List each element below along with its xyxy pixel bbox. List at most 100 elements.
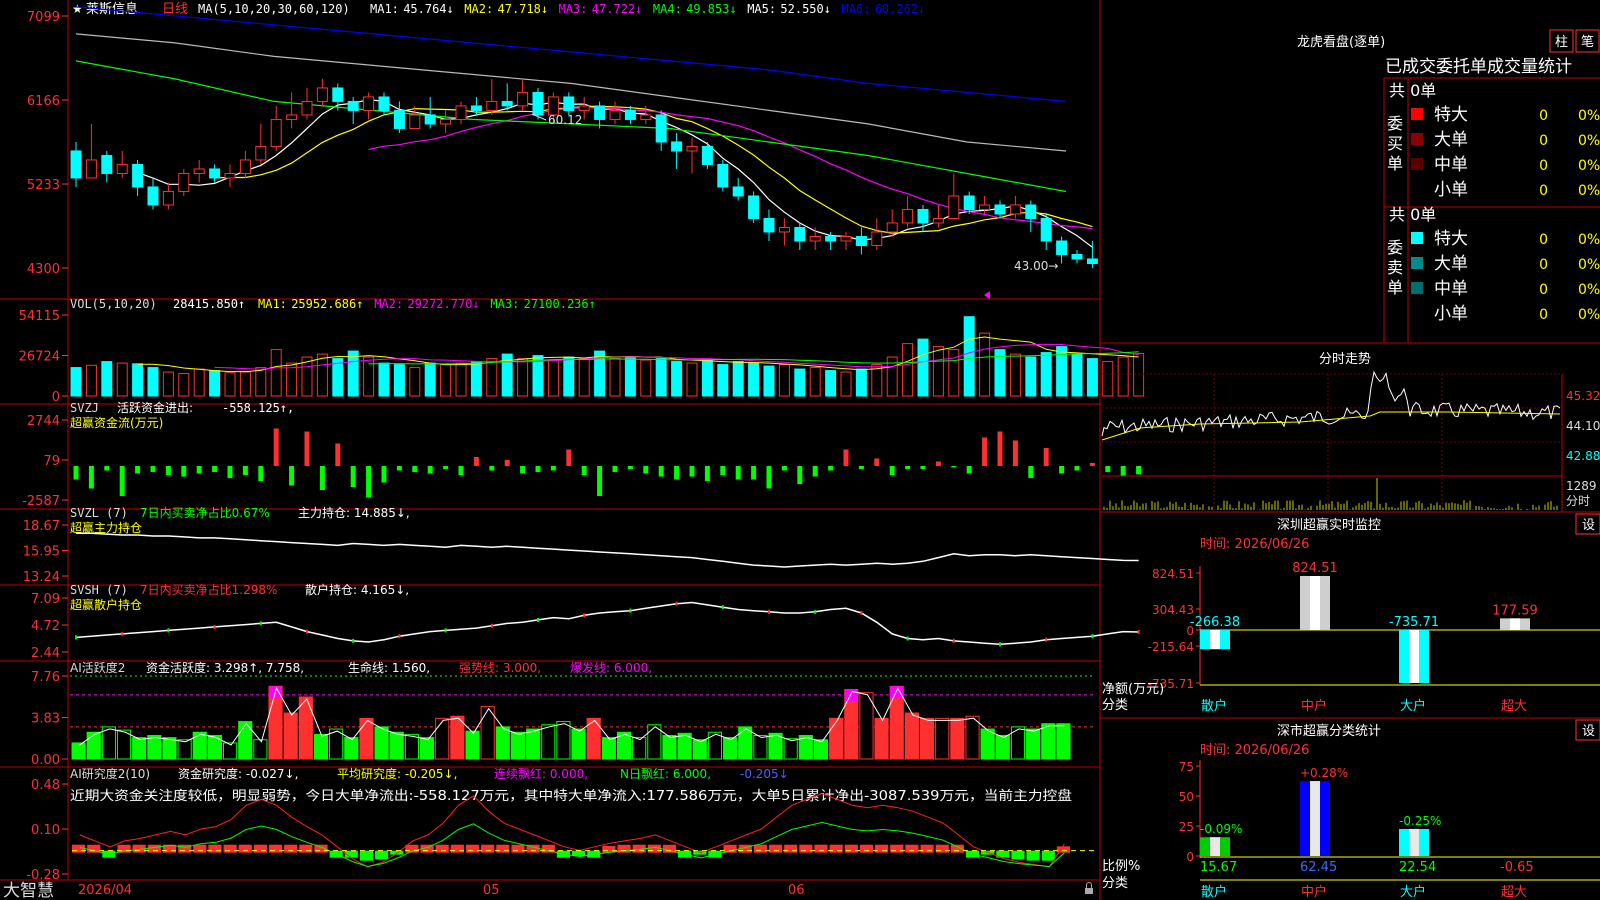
readout-value: 29272.770↓ <box>407 297 479 311</box>
svzl-ratio: 7日内买卖净占比0.67% <box>140 505 270 520</box>
candle-body <box>70 150 82 179</box>
flow-bar <box>1089 462 1095 466</box>
classify-chart[interactable]: 75 50 25 0 比例% 分类 -0.09% 15.67 散户 +0.28% 62.45 中户 -0… <box>1102 760 1600 900</box>
tick-mode-button[interactable]: 笔 <box>1575 29 1600 53</box>
classify-title: 深市超赢分类统计 <box>1277 723 1381 739</box>
volume-bar <box>855 368 867 397</box>
axis-label: 6166 <box>27 94 60 109</box>
classify-value-label: 15.67 <box>1200 860 1237 875</box>
activity-bar <box>707 731 723 760</box>
readout-label: MA1: <box>370 2 399 16</box>
order-sell-swatch <box>1411 282 1423 294</box>
volume-bar <box>363 356 375 397</box>
column-mode-label: 柱 <box>1555 35 1568 50</box>
svzj-value: -558.125↑, <box>222 401 294 415</box>
order-buy-row-count: 0 <box>1539 133 1548 149</box>
flow-bar <box>88 466 94 489</box>
intraday-vol-label: 1289 <box>1566 479 1597 493</box>
ai-active-chart[interactable] <box>70 675 1095 760</box>
monitor-title: 深圳超赢实时监控 <box>1277 517 1381 533</box>
flow-bar <box>1043 447 1049 466</box>
volume-bar <box>1009 353 1021 397</box>
ai-active-header: AI活跃度2 资金活跃度: 3.298↑, 7.758, 生命线: 1.560,… <box>70 660 652 675</box>
long-ma-line <box>75 6 1067 102</box>
flow-bar <box>381 466 387 483</box>
classify-settings-button[interactable]: 设 <box>1575 719 1600 741</box>
research-bar <box>890 844 904 853</box>
volume-bar <box>440 364 452 397</box>
order-stats-tab[interactable]: 已成交委托单成交量统计 <box>1385 57 1572 77</box>
vol-readouts: MA1: 25952.686↑ MA2: 29272.770↓ MA3: 27100.23… <box>258 297 596 311</box>
svsh-chart[interactable] <box>75 601 1140 647</box>
order-buy-row-name: 小单 <box>1434 180 1468 200</box>
volume-bar <box>70 367 82 397</box>
retail-tick <box>537 617 539 622</box>
classify-bar-shine <box>1409 828 1419 856</box>
flow-bar <box>905 466 911 470</box>
research-bar <box>875 844 889 853</box>
activity-bar <box>632 737 647 760</box>
candle-body <box>979 204 991 210</box>
flow-bar <box>812 466 818 477</box>
intraday-chart[interactable]: 45.32 44.10 42.88 1289分时 <box>1101 370 1600 512</box>
flow-bar <box>119 466 125 497</box>
research-bar <box>299 844 313 853</box>
axis-label: 79 <box>43 454 60 469</box>
volume-bar <box>1133 352 1145 397</box>
classify-settings-label: 设 <box>1582 724 1595 739</box>
monitor-settings-button[interactable]: 设 <box>1575 513 1600 535</box>
readout-value: 45.764↓ <box>403 2 454 16</box>
price-chart[interactable] <box>70 6 1098 299</box>
volume-bar <box>578 358 590 397</box>
vol-chart[interactable] <box>70 316 1145 397</box>
lock-icon[interactable] <box>1085 882 1093 895</box>
research-bar <box>359 850 374 861</box>
candle-body <box>948 195 960 219</box>
flow-bar <box>289 466 295 486</box>
activity-bar <box>101 726 116 760</box>
star-icon[interactable]: ★ <box>72 2 83 16</box>
order-buy-row-pct: 0% <box>1578 108 1600 124</box>
svzj-chart[interactable] <box>73 428 1142 498</box>
high-price-annotation: 60.12 <box>548 113 582 127</box>
order-sell-side-char: 单 <box>1387 278 1403 297</box>
classify-axis-label: 25 <box>1179 820 1194 834</box>
svzl-axis: 18.67 15.95 13.24 <box>23 519 68 585</box>
order-table: 共 0单委买单特大 0 0%大单 0 0%中单 0 0%小单 0 0%共 0单委卖单特大 0 0%大… <box>1387 81 1600 324</box>
research-bar <box>844 844 858 853</box>
readout-value: 60.262↓ <box>875 2 926 16</box>
order-sell-row-count: 0 <box>1539 307 1548 323</box>
ai-active-label1: 资金活跃度: 3.298↑, 7.758, <box>146 660 304 675</box>
flow-bar <box>319 466 325 491</box>
activity-bar <box>147 734 162 760</box>
monitor-axis-label: 304.43 <box>1152 603 1194 617</box>
monitor-chart[interactable]: 824.51304.430-215.64-735.71净额(万元)分类-266.… <box>1102 561 1600 714</box>
monitor-settings-label: 设 <box>1582 518 1595 533</box>
flow-bar <box>1105 466 1111 473</box>
activity-bar <box>359 717 374 760</box>
activity-bar <box>783 738 798 760</box>
ai-research-axis: 0.480.10-0.28 <box>26 778 68 883</box>
svzl-chart[interactable] <box>76 532 1139 568</box>
volume-bar <box>701 359 713 397</box>
classify-change-label: -0.25% <box>1399 814 1441 828</box>
research-bar <box>178 844 192 853</box>
readout-value: 52.550↓ <box>780 2 831 16</box>
classify-bar-shine <box>1310 781 1320 856</box>
monitor-category: 散户 <box>1201 698 1227 714</box>
flow-bar <box>1136 466 1142 475</box>
axis-label: 26724 <box>19 350 60 365</box>
flow-bar <box>520 466 526 474</box>
volume-bar <box>748 362 760 397</box>
activity-bar <box>192 731 207 760</box>
retail-tick <box>121 631 124 636</box>
research-bar <box>859 844 874 853</box>
x-axis-month1: 05 <box>483 883 500 898</box>
ai-research-chart[interactable] <box>72 792 1095 868</box>
ai-research-label4: N日飘红: 6.000, <box>620 766 711 781</box>
column-mode-button[interactable]: 柱 <box>1549 29 1574 53</box>
activity-bar <box>1056 723 1071 760</box>
svsh-ratio: 7日内买卖净占比1.298% <box>140 582 277 597</box>
research-bar <box>1011 850 1025 860</box>
svzj-sub: 超赢资金流(万元) <box>70 415 163 430</box>
